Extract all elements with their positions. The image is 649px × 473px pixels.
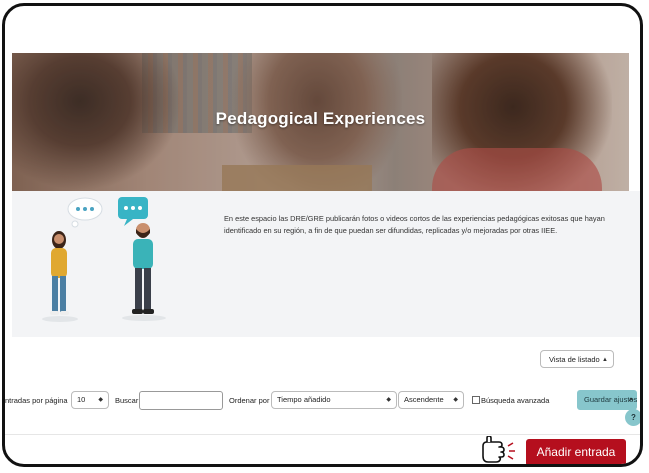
- section-divider: [5, 434, 640, 435]
- help-icon[interactable]: ?: [625, 409, 640, 426]
- chevron-updown-icon: ◆: [98, 397, 103, 403]
- sort-field-select[interactable]: Tiempo añadido ◆: [271, 391, 397, 409]
- speech-bubble-icon: [67, 197, 103, 228]
- chevron-up-icon[interactable]: ^: [624, 394, 638, 408]
- per-page-label: ntradas por página: [5, 396, 68, 405]
- man-figure: [122, 223, 166, 321]
- chevron-updown-icon: ▲: [602, 357, 608, 363]
- search-label: Buscar: [115, 396, 139, 405]
- sort-label: Ordenar por: [229, 396, 270, 405]
- info-description: En este espacio las DRE/GRE publicarán f…: [224, 214, 605, 235]
- woman-figure: [42, 231, 78, 322]
- per-page-select[interactable]: 10 ◆: [71, 391, 109, 409]
- chevron-updown-icon: ◆: [386, 397, 391, 403]
- sort-order-value: Ascendente: [404, 395, 444, 404]
- chevron-updown-icon: ◆: [453, 397, 458, 403]
- info-panel: En este espacio las DRE/GRE publicarán f…: [12, 191, 640, 337]
- advanced-search-label: Búsqueda avanzada: [481, 396, 550, 405]
- view-mode-label: Vista de listado: [549, 355, 600, 364]
- advanced-search-checkbox[interactable]: [472, 396, 480, 404]
- page-title: Pedagogical Experiences: [215, 109, 426, 128]
- speech-bubble-icon: [118, 197, 148, 226]
- view-mode-select[interactable]: Vista de listado ▲: [540, 350, 614, 368]
- add-entry-button[interactable]: Añadir entrada: [526, 439, 626, 464]
- browser-frame: Pedagogical Experiences En este espacio …: [2, 3, 643, 467]
- conversation-illustration: [42, 197, 166, 322]
- pointing-hand-icon: [482, 436, 515, 463]
- sort-field-value: Tiempo añadido: [277, 395, 331, 404]
- search-input[interactable]: [139, 391, 223, 410]
- filter-bar: ntradas por página 10 ◆ Buscar Ordenar p…: [5, 391, 640, 413]
- sort-order-select[interactable]: Ascendente ◆: [398, 391, 464, 409]
- per-page-value: 10: [77, 395, 86, 404]
- hero-banner: Pedagogical Experiences: [12, 53, 629, 191]
